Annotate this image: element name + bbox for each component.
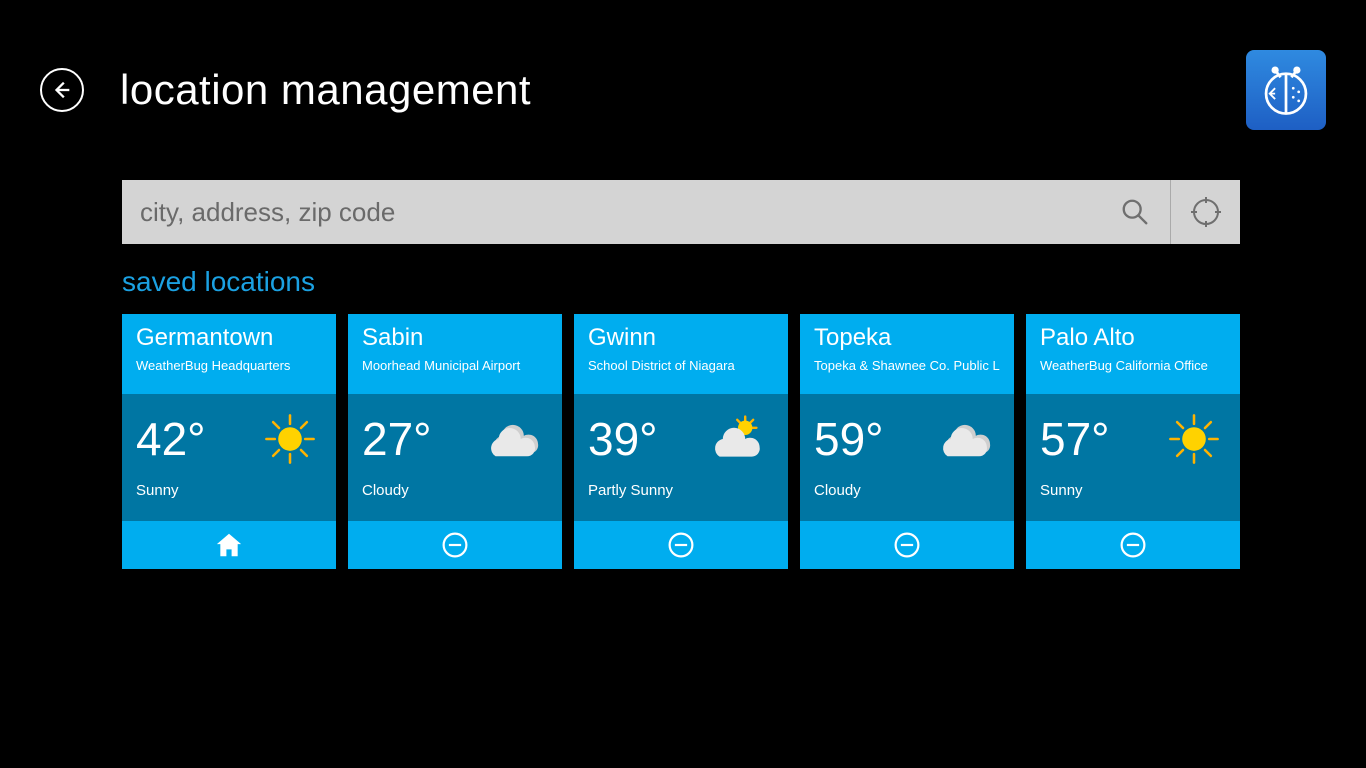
remove-location-button[interactable] — [1026, 521, 1240, 569]
condition-text: Sunny — [122, 470, 336, 521]
home-icon — [215, 532, 243, 558]
temperature: 39° — [588, 412, 658, 466]
city-name: Gwinn — [588, 324, 774, 352]
arrow-left-icon — [51, 79, 73, 101]
city-name: Topeka — [814, 324, 1000, 352]
city-name: Sabin — [362, 324, 548, 352]
location-cards: Germantown WeatherBug Headquarters 42° Sun… — [122, 314, 1240, 569]
search-input[interactable] — [122, 180, 1100, 244]
sunny-icon — [1162, 414, 1226, 464]
location-card[interactable]: Gwinn School District of Niagara 39° Partl… — [574, 314, 788, 569]
city-name: Palo Alto — [1040, 324, 1226, 352]
station-name: School District of Niagara — [588, 358, 774, 373]
locate-button[interactable] — [1170, 180, 1240, 244]
location-card[interactable]: Palo Alto WeatherBug California Office 57°… — [1026, 314, 1240, 569]
cloudy-icon — [936, 414, 1000, 464]
crosshair-icon — [1190, 196, 1222, 228]
temperature: 27° — [362, 412, 432, 466]
saved-locations-heading: saved locations — [122, 266, 1240, 298]
station-name: WeatherBug Headquarters — [136, 358, 322, 373]
temperature: 57° — [1040, 412, 1110, 466]
weatherbug-icon — [1257, 61, 1315, 119]
temperature: 42° — [136, 412, 206, 466]
station-name: WeatherBug California Office — [1040, 358, 1226, 373]
location-card[interactable]: Germantown WeatherBug Headquarters 42° Sun… — [122, 314, 336, 569]
city-name: Germantown — [136, 324, 322, 352]
partly-sunny-icon — [710, 414, 774, 464]
station-name: Moorhead Municipal Airport — [362, 358, 548, 373]
search-bar — [122, 180, 1240, 244]
page-title: location management — [120, 66, 531, 114]
location-card[interactable]: Sabin Moorhead Municipal Airport 27° Cloud… — [348, 314, 562, 569]
station-name: Topeka & Shawnee Co. Public L — [814, 358, 1000, 373]
remove-icon — [667, 531, 695, 559]
condition-text: Cloudy — [800, 470, 1014, 521]
home-location-button[interactable] — [122, 521, 336, 569]
search-icon — [1120, 197, 1150, 227]
remove-icon — [1119, 531, 1147, 559]
remove-location-button[interactable] — [574, 521, 788, 569]
sunny-icon — [258, 414, 322, 464]
remove-icon — [441, 531, 469, 559]
search-button[interactable] — [1100, 180, 1170, 244]
condition-text: Cloudy — [348, 470, 562, 521]
location-card[interactable]: Topeka Topeka & Shawnee Co. Public L 59° C… — [800, 314, 1014, 569]
back-button[interactable] — [40, 68, 84, 112]
temperature: 59° — [814, 412, 884, 466]
remove-location-button[interactable] — [800, 521, 1014, 569]
app-logo — [1246, 50, 1326, 130]
remove-icon — [893, 531, 921, 559]
condition-text: Partly Sunny — [574, 470, 788, 521]
cloudy-icon — [484, 414, 548, 464]
condition-text: Sunny — [1026, 470, 1240, 521]
remove-location-button[interactable] — [348, 521, 562, 569]
